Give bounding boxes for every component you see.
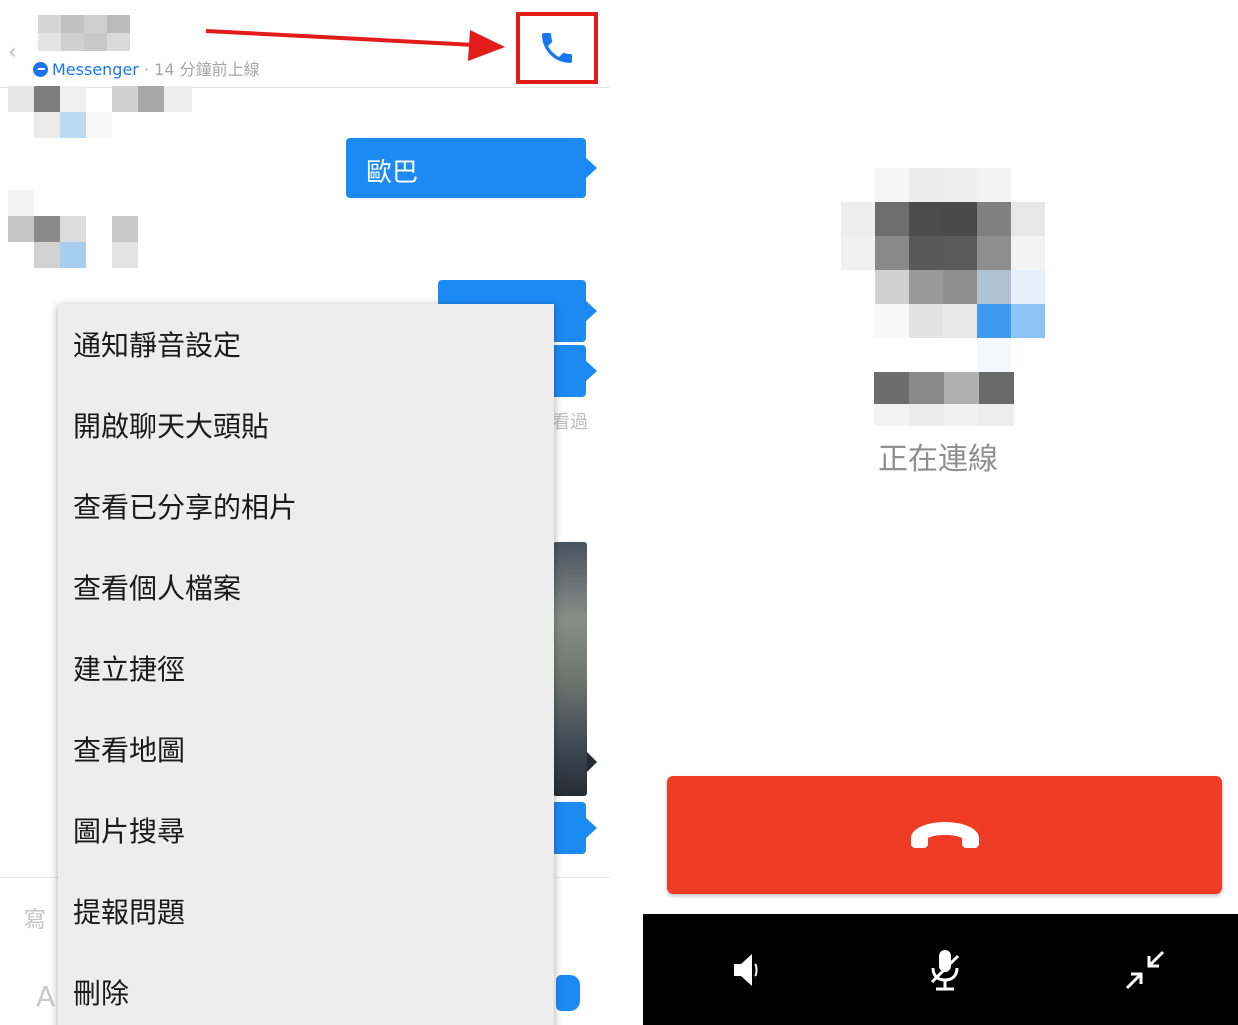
menu-item-create-shortcut[interactable]: 建立捷徑 [73, 652, 185, 688]
shared-photo[interactable] [553, 542, 587, 796]
menu-item-report-problem[interactable]: 提報問題 [73, 895, 185, 931]
chat-screen: ‹ Messenger · 14 分鐘前上線 歐巴~~~~~~~~ 看過 寫 A… [0, 0, 610, 1025]
annotation-arrow [205, 29, 505, 61]
call-button-highlight[interactable] [516, 12, 598, 84]
call-status: 正在連線 [878, 442, 998, 477]
phone-icon[interactable] [537, 28, 577, 68]
microphone-button[interactable] [919, 944, 971, 996]
messenger-icon [33, 62, 48, 77]
call-screen: 正在連線 [643, 0, 1238, 1025]
overflow-menu: 通知靜音設定 開啟聊天大頭貼 查看已分享的相片 查看個人檔案 建立捷徑 查看地圖… [58, 304, 554, 1025]
chevron-left-icon[interactable]: ‹ [8, 40, 17, 65]
compose-input[interactable]: 寫 [24, 902, 46, 934]
photo-tail [587, 752, 597, 772]
menu-item-view-profile[interactable]: 查看個人檔案 [73, 571, 241, 607]
minimize-button[interactable] [1119, 944, 1171, 996]
menu-item-image-search[interactable]: 圖片搜尋 [73, 814, 185, 850]
menu-item-view-map[interactable]: 查看地圖 [73, 733, 185, 769]
hang-up-icon [910, 822, 979, 848]
sender-avatar-blurred [8, 86, 192, 138]
text-format-icon[interactable]: A [36, 980, 55, 1013]
outgoing-message[interactable]: 歐巴~~~~~~~~ [346, 138, 597, 219]
caller-avatar-blurred [841, 168, 1045, 372]
chat-header: ‹ Messenger · 14 分鐘前上線 [0, 0, 610, 88]
seen-indicator: 看過 [552, 412, 588, 433]
microphone-icon [930, 950, 960, 991]
caller-name-blurred [874, 372, 1014, 426]
call-controls-bar [643, 914, 1238, 1025]
sender-avatar-blurred [8, 190, 138, 268]
speaker-button[interactable] [719, 944, 771, 996]
screenshot-root: ‹ Messenger · 14 分鐘前上線 歐巴~~~~~~~~ 看過 寫 A… [0, 0, 1238, 1025]
minimize-icon [1125, 950, 1165, 990]
menu-item-mute-notifications[interactable]: 通知靜音設定 [73, 328, 241, 364]
end-call-button[interactable] [667, 776, 1222, 894]
contact-name-blurred [38, 15, 130, 51]
messenger-label: Messenger [52, 60, 139, 79]
thumbs-up-icon[interactable] [556, 975, 580, 1011]
menu-item-shared-photos[interactable]: 查看已分享的相片 [73, 490, 297, 526]
menu-item-delete[interactable]: 刪除 [73, 976, 129, 1012]
speaker-icon [734, 954, 758, 986]
menu-item-chat-heads[interactable]: 開啟聊天大頭貼 [73, 409, 269, 445]
